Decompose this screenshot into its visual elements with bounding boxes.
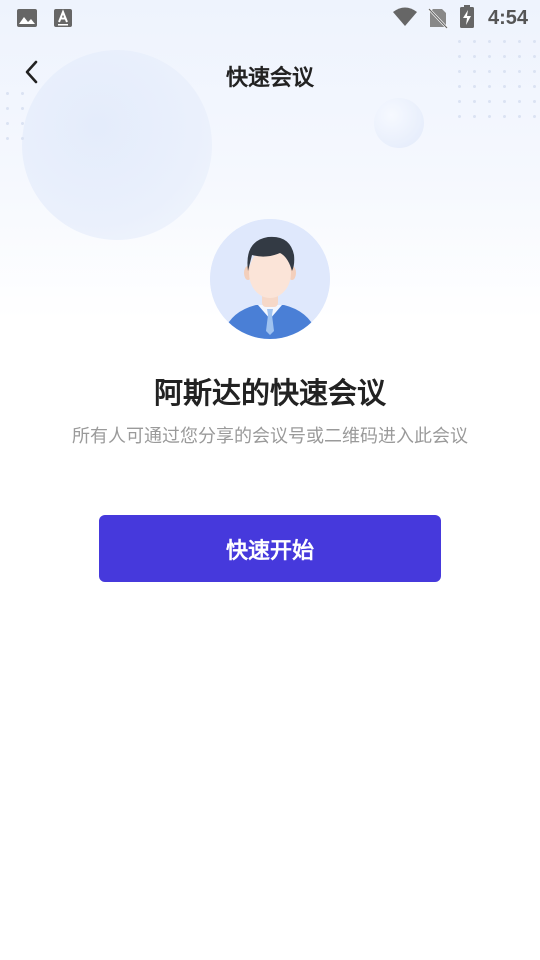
page-title: 快速会议 (225, 66, 314, 91)
quick-start-button[interactable]: 快速开始 (99, 515, 441, 582)
decorative-circle-small (374, 98, 424, 148)
user-avatar-icon (210, 219, 330, 339)
status-time: 4:54 (487, 7, 528, 29)
quick-start-label: 快速开始 (225, 538, 314, 564)
meeting-description: 所有人可通过您分享的会议号或二维码进入此会议 (72, 426, 468, 447)
battery-charging-icon (459, 5, 475, 33)
status-bar: 4:54 (0, 0, 540, 36)
image-icon (16, 8, 38, 32)
no-sim-icon (428, 7, 448, 33)
wifi-icon (392, 6, 418, 32)
keyboard-a-icon (53, 8, 73, 32)
title-bar: 快速会议 (0, 46, 540, 102)
meeting-name: 阿斯达的快速会议 (153, 376, 386, 410)
